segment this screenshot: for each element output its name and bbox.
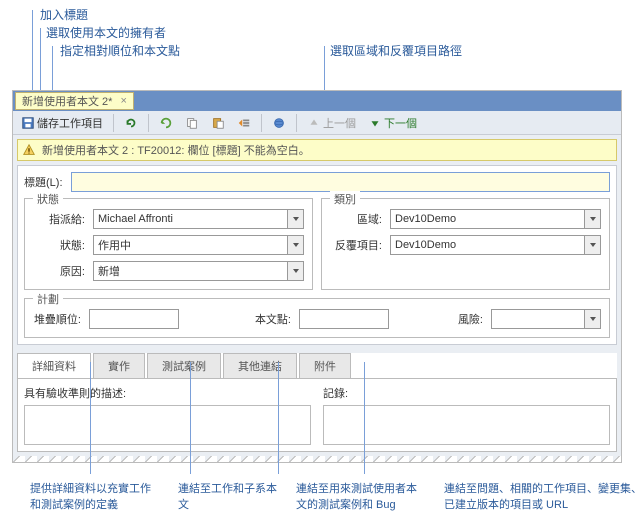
link-icon (272, 116, 286, 130)
group-title: 狀態 (33, 191, 63, 207)
callout-line (90, 362, 91, 474)
save-label: 儲存工作項目 (37, 115, 103, 131)
callout-line (364, 362, 365, 474)
chevron-down-icon[interactable] (584, 236, 600, 254)
callout-line (278, 362, 279, 474)
close-icon[interactable]: × (120, 95, 126, 107)
callout-line (190, 362, 191, 474)
tab-details[interactable]: 詳細資料 (17, 353, 91, 378)
next-label: 下一個 (384, 115, 417, 131)
detail-body: 具有驗收準則的描述: 記錄: (17, 379, 617, 452)
refresh-button[interactable] (155, 113, 177, 133)
iteration-label: 反覆項目: (330, 237, 386, 253)
separator (296, 114, 297, 132)
document-tab-bar: 新增使用者本文 2* × (13, 91, 621, 111)
points-input[interactable] (299, 309, 389, 329)
plan-group: 計劃 堆疊順位: 本文點: 風險: (24, 298, 610, 338)
outdent-button[interactable] (233, 113, 255, 133)
editor-window: 新增使用者本文 2* × 儲存工作項目 (12, 90, 622, 463)
separator (148, 114, 149, 132)
up-arrow-icon (307, 116, 321, 130)
separator (113, 114, 114, 132)
tab-other-links[interactable]: 其他連結 (223, 353, 297, 378)
iteration-combo[interactable]: Dev10Demo (390, 235, 601, 255)
separator (261, 114, 262, 132)
status-combo[interactable]: 作用中 (93, 235, 304, 255)
prev-label: 上一個 (323, 115, 356, 131)
assigned-label: 指派給: (33, 211, 89, 227)
acceptance-label: 具有驗收準則的描述: (24, 385, 311, 401)
form-area: 標題(L): 狀態 指派給: Michael Affronti 狀態: (17, 165, 617, 345)
warning-bar: 新增使用者本文 2 : TF20012: 欄位 [標題] 不能為空白。 (17, 139, 617, 161)
tab-implementation[interactable]: 實作 (93, 353, 145, 378)
risk-combo[interactable] (491, 309, 601, 329)
chevron-down-icon[interactable] (287, 236, 303, 254)
warning-icon (22, 143, 36, 157)
record-label: 記錄: (323, 385, 610, 401)
reason-combo[interactable]: 新增 (93, 261, 304, 281)
chevron-down-icon[interactable] (584, 210, 600, 228)
tab-testcases[interactable]: 測試案例 (147, 353, 221, 378)
group-title: 計劃 (33, 291, 63, 307)
title-label: 標題(L): (24, 174, 67, 190)
prev-button[interactable]: 上一個 (303, 113, 360, 133)
toolbar: 儲存工作項目 (13, 111, 621, 135)
callout-select-area: 選取區域和反覆項目路徑 (330, 42, 462, 59)
record-column: 記錄: (323, 385, 610, 445)
refresh-icon (159, 116, 173, 130)
status-value: 作用中 (94, 237, 287, 253)
outdent-icon (237, 116, 251, 130)
callout-add-title: 加入標題 (40, 6, 88, 23)
assigned-value: Michael Affronti (94, 213, 287, 225)
stack-input[interactable] (89, 309, 179, 329)
status-label: 狀態: (33, 237, 89, 253)
next-button[interactable]: 下一個 (364, 113, 421, 133)
document-tab[interactable]: 新增使用者本文 2* × (15, 92, 134, 110)
area-value: Dev10Demo (391, 213, 584, 225)
group-title: 類別 (330, 191, 360, 207)
reason-value: 新增 (94, 263, 287, 279)
record-textarea[interactable] (323, 405, 610, 445)
iteration-value: Dev10Demo (391, 239, 584, 251)
detail-tabs: 詳細資料 實作 測試案例 其他連結 附件 (17, 353, 617, 379)
class-group: 類別 區域: Dev10Demo 反覆項目: Dev10Demo (321, 198, 610, 290)
area-label: 區域: (330, 211, 386, 227)
copy-icon (185, 116, 199, 130)
document-tab-label: 新增使用者本文 2* (22, 93, 112, 109)
reason-label: 原因: (33, 263, 89, 279)
save-button[interactable]: 儲存工作項目 (17, 113, 107, 133)
bottom-notes: 提供詳細資料以充實工作和測試案例的定義 連結至工作和子系本文 連結至用來測試使用… (30, 480, 635, 512)
stack-label: 堆疊順位: (33, 311, 85, 327)
link-button[interactable] (268, 113, 290, 133)
chevron-down-icon[interactable] (287, 210, 303, 228)
points-label: 本文點: (243, 311, 295, 327)
note-other: 連結至問題、相關的工作項目、變更集、已建立版本的項目或 URL (444, 480, 635, 512)
undo-icon (124, 116, 138, 130)
torn-edge (13, 456, 621, 462)
state-group: 狀態 指派給: Michael Affronti 狀態: 作用中 (24, 198, 313, 290)
risk-label: 風險: (453, 311, 487, 327)
acceptance-column: 具有驗收準則的描述: (24, 385, 311, 445)
undo-button[interactable] (120, 113, 142, 133)
chevron-down-icon[interactable] (287, 262, 303, 280)
paste-icon (211, 116, 225, 130)
assigned-combo[interactable]: Michael Affronti (93, 209, 304, 229)
callout-rank-points: 指定相對順位和本文點 (60, 42, 180, 59)
title-row: 標題(L): (24, 172, 610, 192)
down-arrow-icon (368, 116, 382, 130)
note-testcase: 連結至用來測試使用者本文的測試案例和 Bug (296, 480, 426, 512)
warning-text: 新增使用者本文 2 : TF20012: 欄位 [標題] 不能為空白。 (42, 142, 310, 158)
acceptance-textarea[interactable] (24, 405, 311, 445)
save-icon (21, 116, 35, 130)
tab-attachments[interactable]: 附件 (299, 353, 351, 378)
copy-button[interactable] (181, 113, 203, 133)
note-impl: 連結至工作和子系本文 (178, 480, 278, 512)
paste-button[interactable] (207, 113, 229, 133)
callout-select-owner: 選取使用本文的擁有者 (46, 24, 166, 41)
chevron-down-icon[interactable] (584, 310, 600, 328)
area-combo[interactable]: Dev10Demo (390, 209, 601, 229)
note-details: 提供詳細資料以充實工作和測試案例的定義 (30, 480, 160, 512)
title-input[interactable] (71, 172, 611, 192)
